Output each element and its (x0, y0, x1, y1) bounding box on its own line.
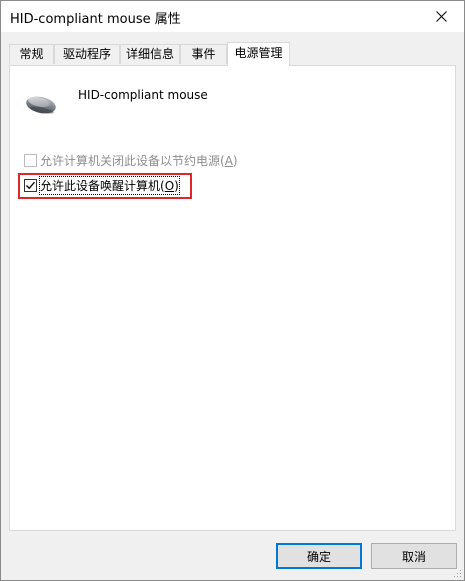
cancel-button[interactable]: 取消 (371, 543, 457, 569)
ok-button[interactable]: 确定 (276, 543, 362, 569)
tab-general[interactable]: 常规 (9, 44, 54, 64)
allow-wake-option: 允许此设备唤醒计算机(O) (24, 175, 180, 195)
power-management-panel: HID-compliant mouse 允许计算机关闭此设备以节约电源(A) 允… (9, 65, 456, 531)
title-bar[interactable]: HID-compliant mouse 属性 (1, 1, 464, 32)
tab-strip: 常规 驱动程序 详细信息 事件 电源管理 (9, 42, 456, 66)
allow-turn-off-label: 允许计算机关闭此设备以节约电源(A) (40, 153, 238, 168)
tab-driver[interactable]: 驱动程序 (54, 44, 120, 64)
allow-turn-off-checkbox[interactable] (24, 153, 37, 167)
mouse-icon (26, 96, 56, 114)
tab-details[interactable]: 详细信息 (120, 44, 180, 64)
close-button[interactable] (418, 1, 464, 32)
tab-events[interactable]: 事件 (180, 44, 227, 64)
allow-wake-checkbox[interactable] (24, 178, 37, 192)
close-icon (435, 11, 447, 22)
resize-grip-icon[interactable] (452, 568, 462, 578)
window-title: HID-compliant mouse 属性 (10, 12, 181, 27)
device-name: HID-compliant mouse (78, 88, 208, 102)
tab-power-management[interactable]: 电源管理 (227, 42, 290, 66)
properties-dialog: HID-compliant mouse 属性 常规 驱动程序 详细信息 事件 电… (0, 0, 465, 581)
allow-wake-label[interactable]: 允许此设备唤醒计算机(O) (39, 175, 180, 195)
allow-turn-off-option: 允许计算机关闭此设备以节约电源(A) (24, 152, 238, 168)
checkmark-icon (26, 181, 35, 189)
